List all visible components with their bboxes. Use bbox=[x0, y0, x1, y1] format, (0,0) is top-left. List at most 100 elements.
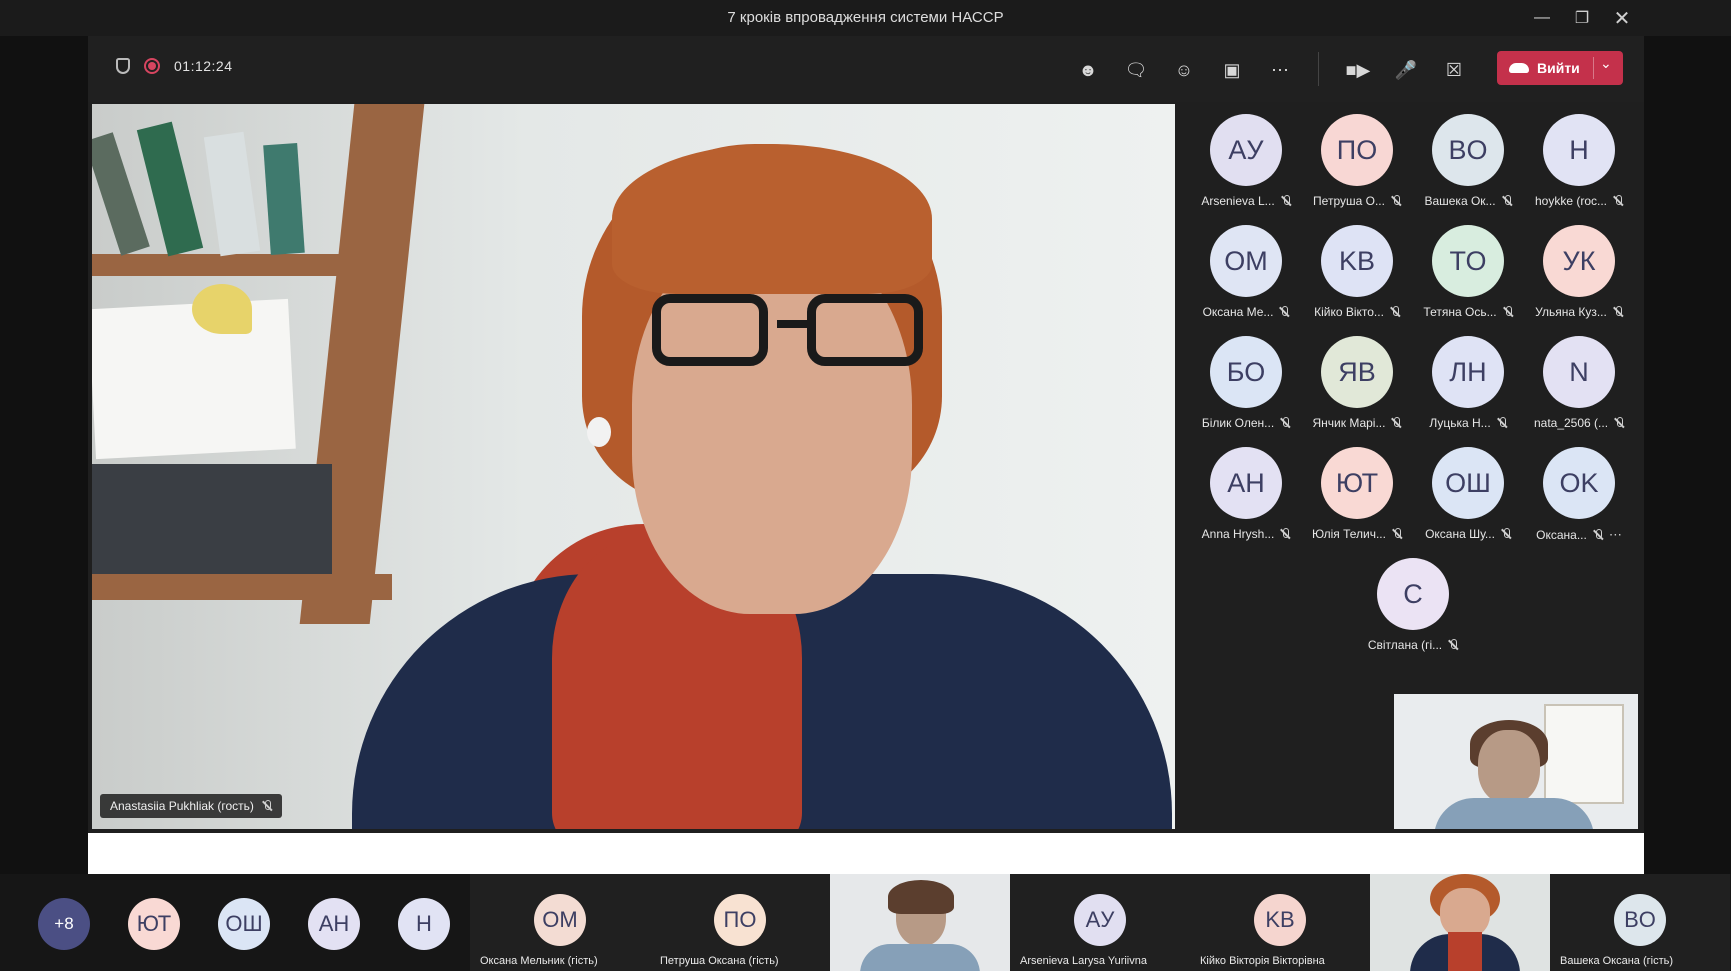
participant-name: Луцька Н... bbox=[1429, 416, 1491, 430]
camera-icon[interactable]: ■▶ bbox=[1334, 54, 1382, 86]
leave-button[interactable]: Вийти ⌄ bbox=[1497, 51, 1623, 85]
participant-tile[interactable]: H hoykke (roc... bbox=[1526, 104, 1632, 212]
meeting-toolbar: 01:12:24 ☻ 🗨 ☺ ▣ ⋯ ■▶ 🎤 ☒ Вийти ⌄ bbox=[88, 36, 1644, 102]
participant-name: Arsenieva Larysa Yuriivna bbox=[1020, 955, 1147, 967]
participant-name: Arsenieva L... bbox=[1201, 194, 1275, 208]
filmstrip-video-tile[interactable] bbox=[1370, 874, 1550, 971]
participant-tile[interactable]: AУ Arsenieva L... bbox=[1193, 104, 1299, 212]
mic-off-icon bbox=[1392, 528, 1402, 540]
participant-grid: AУ Arsenieva L... ПО Петруша О... BO Ваш… bbox=[1175, 104, 1644, 724]
mic-icon[interactable]: 🎤 bbox=[1382, 54, 1430, 86]
view-icon[interactable]: ▣ bbox=[1208, 54, 1256, 86]
filmstrip-tile[interactable]: ПО Петруша Оксана (гість) bbox=[650, 874, 830, 971]
avatar: ПО bbox=[714, 894, 766, 946]
meeting-stage: 01:12:24 ☻ 🗨 ☺ ▣ ⋯ ■▶ 🎤 ☒ Вийти ⌄ Anasta… bbox=[88, 36, 1644, 874]
participant-tile[interactable]: БО Білик Олен... bbox=[1193, 326, 1299, 434]
mic-off-icon bbox=[1501, 528, 1511, 540]
participant-tile[interactable]: N nata_2506 (... bbox=[1526, 326, 1632, 434]
avatar: BO bbox=[1614, 894, 1666, 946]
avatar[interactable]: H bbox=[398, 898, 450, 950]
speaker-name-tag: Anastasiia Pukhliak (гость) bbox=[100, 794, 282, 818]
avatar: N bbox=[1543, 336, 1615, 408]
avatar: AУ bbox=[1074, 894, 1126, 946]
participant-name: Петруша Оксана (гість) bbox=[660, 955, 779, 967]
participant-name: Кійко Вікто... bbox=[1314, 305, 1384, 319]
participant-tile[interactable]: C Світлана (гі... bbox=[1360, 548, 1466, 656]
filmstrip-tile[interactable]: AУ Arsenieva Larysa Yuriivna bbox=[1010, 874, 1190, 971]
avatar: ОШ bbox=[1432, 447, 1504, 519]
avatar: H bbox=[1543, 114, 1615, 186]
participant-tile[interactable]: AH Anna Hrysh... bbox=[1193, 437, 1299, 545]
filmstrip-video-tile[interactable] bbox=[830, 874, 1010, 971]
participant-tile[interactable]: ОШ Оксана Шу... bbox=[1415, 437, 1521, 545]
share-icon[interactable]: ☒ bbox=[1430, 54, 1478, 86]
chevron-down-icon[interactable]: ⌄ bbox=[1600, 55, 1612, 72]
minimize-icon[interactable]: — bbox=[1524, 6, 1560, 30]
avatar: ЛН bbox=[1432, 336, 1504, 408]
participant-name: Кійко Вікторія Вікторівна bbox=[1200, 955, 1325, 967]
close-icon[interactable]: ✕ bbox=[1604, 6, 1640, 30]
toolbar-divider bbox=[1318, 52, 1319, 86]
mic-off-icon bbox=[1497, 417, 1507, 429]
restore-icon[interactable]: ❐ bbox=[1564, 6, 1600, 30]
avatar: TO bbox=[1432, 225, 1504, 297]
participant-name: Оксана Шу... bbox=[1425, 527, 1495, 541]
mic-off-icon bbox=[1391, 417, 1401, 429]
participant-tile[interactable]: KB Кійко Вікто... bbox=[1304, 215, 1410, 323]
participant-tile[interactable]: OK Оксана... ⋯ bbox=[1526, 437, 1632, 545]
avatar[interactable]: ОШ bbox=[218, 898, 270, 950]
more-icon[interactable]: ⋯ bbox=[1256, 54, 1304, 86]
chat-icon[interactable]: 🗨 bbox=[1112, 54, 1160, 86]
participant-name: Вашека Оксана (гість) bbox=[1560, 955, 1674, 967]
filmstrip-tile[interactable]: KB Кійко Вікторія Вікторівна bbox=[1190, 874, 1370, 971]
filmstrip-tile[interactable]: OM Оксана Мельник (гість) bbox=[470, 874, 650, 971]
participant-tile[interactable]: TO Тетяна Ось... bbox=[1415, 215, 1521, 323]
avatar[interactable]: ЮТ bbox=[128, 898, 180, 950]
speaker-name: Anastasiia Pukhliak (гость) bbox=[110, 799, 254, 813]
participant-name: hoykke (roc... bbox=[1534, 194, 1608, 208]
mic-off-icon bbox=[1613, 306, 1623, 318]
participant-name: Світлана (гі... bbox=[1367, 638, 1443, 652]
avatar: KB bbox=[1254, 894, 1306, 946]
more-options-icon[interactable]: ⋯ bbox=[1609, 527, 1622, 543]
participant-tile[interactable]: OM Оксана Ме... bbox=[1193, 215, 1299, 323]
avatar: OK bbox=[1543, 447, 1615, 519]
mic-off-icon bbox=[1593, 529, 1603, 541]
more-participants-button[interactable]: +8 bbox=[38, 898, 90, 950]
avatar[interactable]: AH bbox=[308, 898, 360, 950]
participant-tile[interactable]: BO Вашека Ок... bbox=[1415, 104, 1521, 212]
participant-tile[interactable]: УК Ульяна Куз... bbox=[1526, 215, 1632, 323]
mic-off-icon bbox=[1390, 306, 1400, 318]
self-preview-video[interactable] bbox=[1394, 694, 1638, 829]
participant-name: Тетяна Ось... bbox=[1423, 305, 1497, 319]
people-icon[interactable]: ☻ bbox=[1064, 54, 1112, 86]
mic-off-icon bbox=[1391, 195, 1401, 207]
hang-up-icon bbox=[1509, 63, 1529, 73]
avatar: AУ bbox=[1210, 114, 1282, 186]
shield-icon bbox=[116, 58, 130, 74]
participant-name: Anna Hrysh... bbox=[1201, 527, 1275, 541]
avatar: AH bbox=[1210, 447, 1282, 519]
mic-off-icon bbox=[1613, 195, 1623, 207]
avatar: OM bbox=[1210, 225, 1282, 297]
filmstrip-tile[interactable]: BO Вашека Оксана (гість) bbox=[1550, 874, 1730, 971]
avatar: ЯВ bbox=[1321, 336, 1393, 408]
mic-off-icon bbox=[1280, 528, 1290, 540]
participant-name: Оксана Ме... bbox=[1202, 305, 1274, 319]
participant-name: nata_2506 (... bbox=[1533, 416, 1609, 430]
mic-off-icon bbox=[1279, 306, 1289, 318]
participant-tile[interactable]: ЮТ Юлія Телич... bbox=[1304, 437, 1410, 545]
teams-meeting-window: 7 кроків впровадження системи НАССР — ❐ … bbox=[0, 0, 1731, 971]
recording-icon bbox=[144, 58, 160, 74]
participant-name: Оксана Мельник (гість) bbox=[480, 955, 598, 967]
participant-tile[interactable]: ЛН Луцька Н... bbox=[1415, 326, 1521, 434]
participant-tile[interactable]: ЯВ Янчик Марі... bbox=[1304, 326, 1410, 434]
title-bar: 7 кроків впровадження системи НАССР — ❐ … bbox=[0, 0, 1731, 36]
reactions-icon[interactable]: ☺ bbox=[1160, 54, 1208, 86]
avatar: OM bbox=[534, 894, 586, 946]
avatar: УК bbox=[1543, 225, 1615, 297]
participant-name: Петруша О... bbox=[1313, 194, 1385, 208]
participant-name: Ульяна Куз... bbox=[1535, 305, 1607, 319]
participant-tile[interactable]: ПО Петруша О... bbox=[1304, 104, 1410, 212]
mic-off-icon bbox=[1614, 417, 1624, 429]
